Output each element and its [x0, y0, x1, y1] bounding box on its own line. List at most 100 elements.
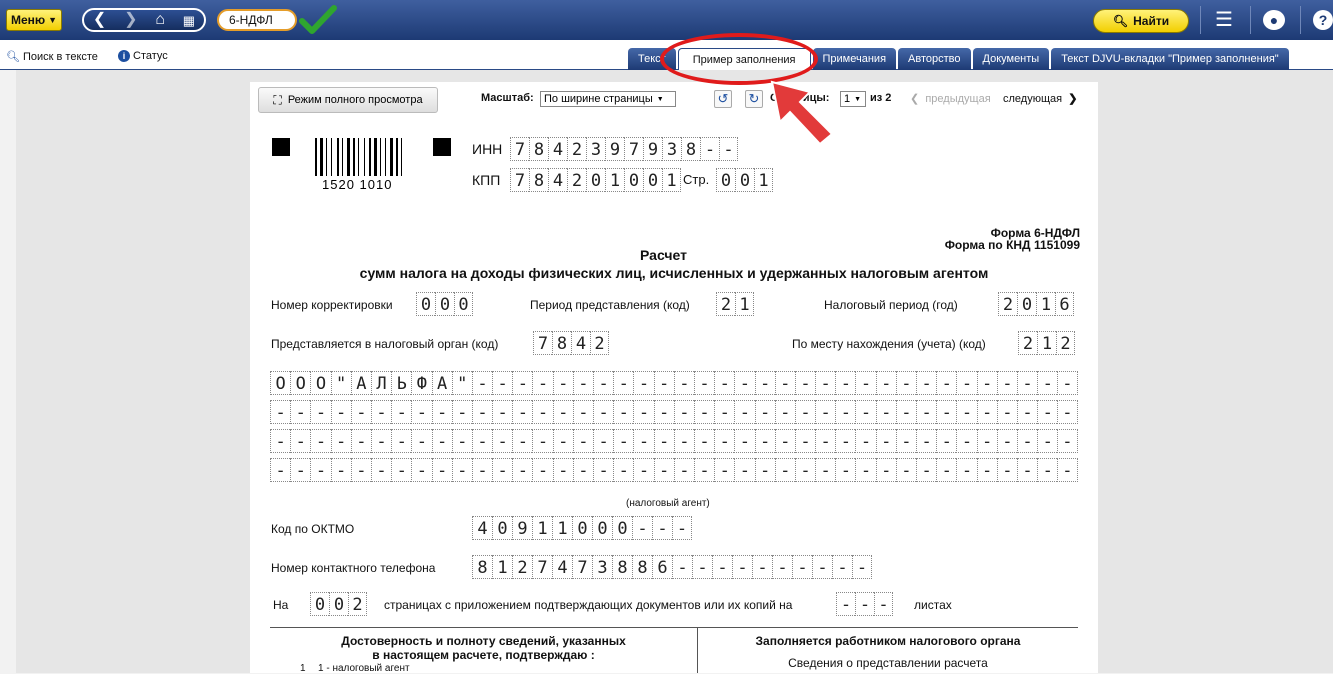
form-cell: 4	[472, 516, 492, 540]
period-label: Период представления (код)	[530, 298, 690, 312]
form-cell: -	[593, 429, 614, 453]
form-cell: -	[815, 371, 836, 395]
barcode-bar	[340, 138, 341, 176]
form-cell: А	[431, 371, 452, 395]
help-icon[interactable]: ?	[1313, 10, 1333, 30]
form-cell: -	[552, 400, 573, 424]
form-cell: -	[754, 371, 775, 395]
form-subtitle: сумм налога на доходы физических лиц, ис…	[359, 265, 989, 281]
form-cell: -	[836, 592, 855, 616]
form-cell: 2	[348, 592, 367, 616]
form-cell: 9	[512, 516, 532, 540]
next-label: следующая	[1003, 93, 1063, 105]
form-cell: -	[632, 516, 652, 540]
form-cell: -	[835, 429, 856, 453]
phone-label: Номер контактного телефона	[271, 561, 436, 575]
rotate-left-icon[interactable]: ↺	[714, 90, 732, 108]
form-cell: -	[350, 400, 371, 424]
form-cell: 8	[632, 555, 652, 579]
form-cell: 8	[552, 331, 571, 355]
back-arrow-icon[interactable]: ❮	[93, 12, 106, 28]
grid-icon[interactable]: ▦	[183, 14, 195, 27]
caret-down-icon: ▼	[48, 15, 58, 25]
hamburger-menu-icon[interactable]: ☰	[1213, 10, 1235, 30]
form-cell: -	[1057, 429, 1078, 453]
form-cell: 2	[1018, 331, 1037, 355]
divider	[1300, 6, 1301, 34]
form-cell: -	[672, 516, 692, 540]
home-icon[interactable]: ⌂	[155, 12, 165, 28]
form-cell: -	[815, 458, 836, 482]
form-cell: -	[350, 429, 371, 453]
form-cell: -	[734, 400, 755, 424]
document-name-pill[interactable]: 6-НДФЛ	[217, 9, 297, 31]
agent-caption: (налоговый агент)	[626, 498, 710, 509]
full-view-button[interactable]: ⛶ Режим полного просмотра	[258, 87, 438, 113]
form-cell: Ь	[391, 371, 412, 395]
form-cell: -	[936, 429, 957, 453]
status-button[interactable]: i Статус	[118, 50, 168, 62]
confirm-item: 1 - налоговый агент	[318, 663, 410, 674]
form-cell: -	[875, 371, 896, 395]
status-label: Статус	[133, 50, 168, 62]
search-in-text-button[interactable]: 🔍︎ Поиск в тексте	[6, 50, 98, 64]
tab-authorship[interactable]: Авторство	[898, 48, 971, 70]
pages-text: страницах с приложением подтверждающих д…	[384, 598, 793, 612]
form-cell: -	[693, 371, 715, 395]
form-cell: 0	[416, 292, 435, 316]
form-cell: -	[734, 429, 755, 453]
form-cell: -	[936, 371, 957, 395]
fullscreen-icon: ⛶	[273, 92, 282, 107]
kpp-cells: 784201001	[510, 168, 681, 192]
user-icon[interactable]: ●	[1263, 10, 1285, 30]
forward-arrow-icon[interactable]: ❯	[124, 12, 137, 28]
sheets-label: листах	[914, 598, 952, 612]
search-in-text-label: Поиск в тексте	[22, 50, 98, 63]
barcode-bar	[374, 138, 377, 176]
menu-button[interactable]: Меню ▼	[6, 9, 62, 31]
form-cell: -	[653, 400, 674, 424]
form-cell: 7	[510, 137, 529, 161]
form-cell: -	[431, 429, 452, 453]
form-cell: -	[673, 371, 694, 395]
form-cell: -	[572, 429, 593, 453]
confirm-code: 1	[300, 663, 306, 674]
period-cells: 21	[716, 292, 754, 316]
form-cell: 7	[624, 137, 643, 161]
barcode-bar	[328, 138, 330, 176]
form-cell: А	[350, 371, 371, 395]
form-cell: 2	[998, 292, 1017, 316]
form-cell: -	[774, 371, 795, 395]
form-cell: -	[572, 458, 593, 482]
barcode-bar	[394, 138, 395, 176]
form-cell: -	[874, 592, 893, 616]
next-page-link[interactable]: следующая ❯	[1003, 92, 1077, 105]
barcode-bar	[390, 138, 393, 176]
prev-page-link[interactable]: ❮ предыдущая	[910, 92, 991, 105]
form-cell: -	[532, 400, 553, 424]
tab-notes[interactable]: Примечания	[812, 48, 897, 70]
form-cell: -	[712, 555, 732, 579]
find-button[interactable]: 🔍︎ Найти	[1093, 9, 1189, 33]
form-cell: -	[270, 400, 291, 424]
form-cell: 8	[472, 555, 492, 579]
form-cell: -	[815, 429, 836, 453]
rotate-right-icon[interactable]: ↻	[745, 90, 763, 108]
form-cell: О	[290, 371, 311, 395]
form-cell: -	[613, 458, 634, 482]
form-cell: 1	[552, 516, 572, 540]
form-cell: -	[792, 555, 812, 579]
kpp-label: КПП	[472, 172, 501, 188]
tab-djvu-text[interactable]: Текст DJVU-вкладки "Пример заполнения"	[1051, 48, 1289, 70]
form-cell: -	[714, 458, 735, 482]
form-cell: -	[471, 371, 493, 395]
form-cell: -	[794, 371, 816, 395]
form-cell: -	[895, 429, 916, 453]
form-cell: 4	[548, 168, 567, 192]
form-cell: 2	[1056, 331, 1075, 355]
tab-documents[interactable]: Документы	[972, 48, 1050, 70]
scale-select[interactable]: По ширине страницы ▼	[540, 91, 676, 107]
form-cell: -	[835, 458, 856, 482]
form-cell: -	[330, 458, 351, 482]
page-number-cells: 001	[716, 168, 773, 192]
